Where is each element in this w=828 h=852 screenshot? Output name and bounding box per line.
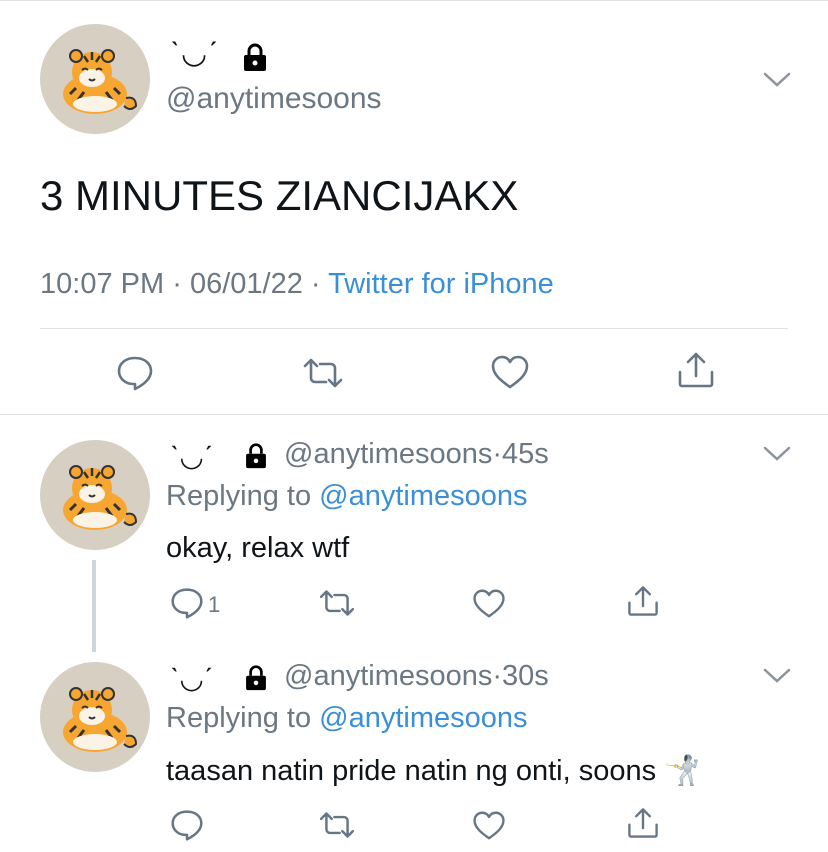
- lock-icon: [242, 42, 268, 72]
- tiger-avatar: [63, 687, 138, 752]
- tweet-time: 10:07 PM: [40, 268, 165, 300]
- divider: [40, 328, 788, 329]
- chevron-down-icon[interactable]: [762, 70, 792, 90]
- meta-separator: ·: [492, 438, 503, 470]
- tweet-text: 3 MINUTES ZIANCIJAKX: [40, 172, 519, 219]
- avatar[interactable]: [40, 440, 150, 550]
- reply-text-body: taasan natin pride natin ng onti, soons: [166, 755, 657, 787]
- reply-meta: @anytimesoons·45s: [284, 438, 549, 471]
- handle[interactable]: @anytimesoons: [284, 660, 492, 692]
- reply-icon[interactable]: [170, 808, 204, 842]
- replying-label: Replying to: [166, 702, 312, 734]
- reply-count: 1: [208, 592, 221, 617]
- display-name[interactable]: ˋ◡ˊ: [170, 441, 213, 472]
- reply-meta: @anytimesoons·30s: [284, 660, 549, 693]
- thread-line: [92, 560, 96, 652]
- reply-header: ˋ◡ˊ: [170, 440, 213, 473]
- lock-icon: [244, 442, 268, 469]
- share-icon[interactable]: [626, 806, 660, 840]
- divider: [0, 414, 828, 415]
- reply-icon[interactable]: [170, 586, 204, 620]
- meta-separator: ·: [172, 268, 182, 300]
- top-divider: [0, 0, 828, 1]
- avatar[interactable]: [40, 24, 150, 134]
- handle[interactable]: @anytimesoons: [284, 438, 492, 470]
- retweet-icon[interactable]: [302, 356, 344, 390]
- lock-icon: [244, 664, 268, 691]
- tweet-source-link[interactable]: Twitter for iPhone: [328, 268, 554, 300]
- reply-icon[interactable]: [116, 354, 154, 392]
- tweet-date: 06/01/22: [189, 268, 303, 300]
- retweet-icon[interactable]: [318, 810, 356, 840]
- tweet-meta: 10:07 PM · 06/01/22 · Twitter for iPhone: [40, 268, 554, 301]
- tweet-age: 30s: [502, 660, 549, 692]
- tweet-age: 45s: [502, 438, 549, 470]
- chevron-down-icon[interactable]: [762, 444, 792, 464]
- meta-separator: ·: [310, 268, 321, 300]
- replying-handle-link[interactable]: @anytimesoons: [319, 480, 527, 512]
- replying-handle-link[interactable]: @anytimesoons: [319, 702, 527, 734]
- tiger-avatar: [63, 49, 138, 114]
- share-icon[interactable]: [626, 584, 660, 618]
- reply-text: taasan natin pride natin ng onti, soons …: [166, 754, 700, 788]
- chevron-down-icon[interactable]: [762, 666, 792, 686]
- heart-icon[interactable]: [472, 588, 506, 619]
- handle[interactable]: @anytimesoons: [166, 82, 382, 116]
- heart-icon[interactable]: [490, 354, 530, 390]
- display-name[interactable]: ˋ◡ˊ: [170, 663, 213, 694]
- replying-to: Replying to @anytimesoons: [166, 480, 528, 513]
- tiger-avatar: [63, 465, 138, 530]
- retweet-icon[interactable]: [318, 588, 356, 618]
- heart-icon[interactable]: [472, 810, 506, 841]
- reply-header: ˋ◡ˊ: [170, 662, 213, 695]
- fencing-emoji: 🤺: [664, 755, 701, 787]
- meta-separator: ·: [492, 660, 503, 692]
- reply-text: okay, relax wtf: [166, 532, 350, 564]
- share-icon[interactable]: [676, 350, 716, 390]
- display-name[interactable]: ˋ◡ˊ: [170, 36, 219, 71]
- replying-label: Replying to: [166, 480, 312, 512]
- avatar[interactable]: [40, 662, 150, 772]
- replying-to: Replying to @anytimesoons: [166, 702, 528, 735]
